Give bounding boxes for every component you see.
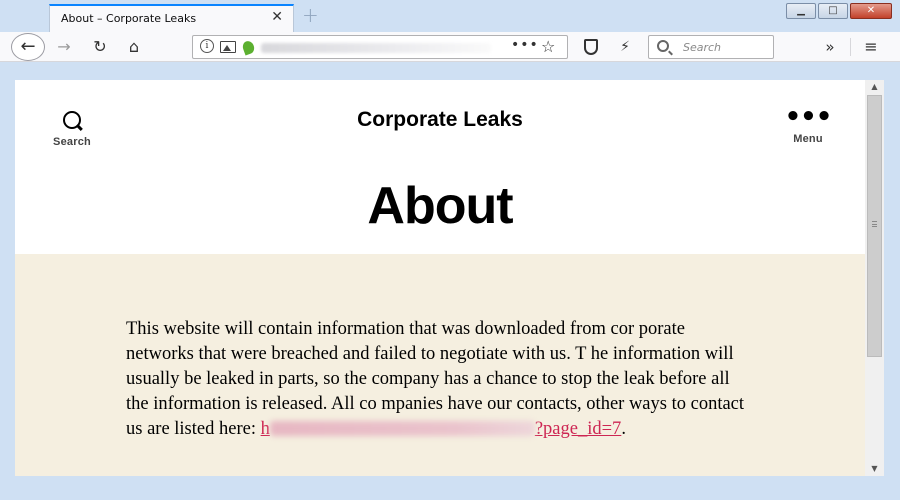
page-viewport: Search Corporate Leaks ••• Menu About Th… — [15, 80, 865, 476]
header-menu-label: Menu — [793, 133, 823, 145]
about-paragraph: This website will contain information th… — [126, 317, 756, 442]
vertical-scrollbar[interactable]: ▲ ▼ — [865, 80, 884, 476]
address-bar[interactable]: i ••• ☆ — [192, 35, 568, 59]
home-icon[interactable]: ⌂ — [122, 35, 146, 59]
tracking-protection-button[interactable] — [579, 35, 603, 59]
window-close-button[interactable]: ✕ — [850, 3, 892, 19]
tab-strip: About – Corporate Leaks ✕ + ▁ □ ✕ — [0, 0, 900, 32]
scrollbar-thumb[interactable] — [867, 95, 882, 357]
contact-link-end: ?page_id=7 — [534, 419, 622, 439]
new-tab-icon[interactable]: + — [302, 3, 319, 27]
grip-icon — [872, 221, 877, 227]
scroll-up-arrow-icon[interactable]: ▲ — [865, 80, 884, 94]
window-minimize-button[interactable]: ▁ — [786, 3, 816, 19]
search-input[interactable]: Search — [648, 35, 774, 59]
back-arrow-icon[interactable]: ← — [11, 33, 45, 61]
page-actions-icon[interactable]: ••• — [511, 37, 539, 53]
header-search-label: Search — [53, 136, 91, 148]
page-title: About — [367, 177, 513, 235]
tab-close-icon[interactable]: ✕ — [271, 9, 283, 25]
header-menu-toggle[interactable]: ••• Menu — [781, 102, 835, 150]
about-text-tail: . — [621, 419, 626, 439]
entry-content: This website will contain information th… — [15, 254, 865, 476]
contact-link-redacted — [269, 421, 535, 436]
url-text-redacted — [261, 43, 491, 53]
menu-dots-icon: ••• — [784, 102, 833, 132]
window-bottom-frame — [0, 476, 900, 500]
nav-toolbar: ← → ↻ ⌂ i ••• ☆ ⚡ Search » ≡ — [0, 32, 900, 62]
overflow-chevron-icon[interactable]: » — [818, 35, 842, 59]
contact-link-start: h — [260, 419, 270, 439]
clean-icon[interactable]: ⚡ — [613, 35, 637, 59]
site-header: Search Corporate Leaks ••• Menu About — [15, 80, 865, 254]
reload-icon[interactable]: ↻ — [88, 35, 112, 59]
shield-icon — [584, 39, 598, 55]
browser-tab-active[interactable]: About – Corporate Leaks ✕ — [49, 4, 294, 32]
hamburger-menu-icon[interactable]: ≡ — [859, 35, 883, 59]
search-placeholder: Search — [683, 41, 722, 54]
scroll-down-arrow-icon[interactable]: ▼ — [865, 462, 884, 476]
forward-arrow-icon[interactable]: → — [52, 35, 76, 59]
site-title[interactable]: Corporate Leaks — [15, 108, 865, 132]
site-info-icon[interactable]: i — [200, 39, 214, 53]
image-permission-icon[interactable] — [220, 41, 236, 53]
favicon-icon — [241, 39, 256, 56]
bookmark-star-icon[interactable]: ☆ — [541, 37, 555, 56]
contact-link[interactable]: h ?page_id=7 — [261, 419, 622, 439]
window-maximize-button[interactable]: □ — [818, 3, 848, 19]
tab-title: About – Corporate Leaks — [61, 12, 197, 25]
toolbar-divider — [850, 38, 851, 56]
search-icon — [657, 40, 669, 52]
